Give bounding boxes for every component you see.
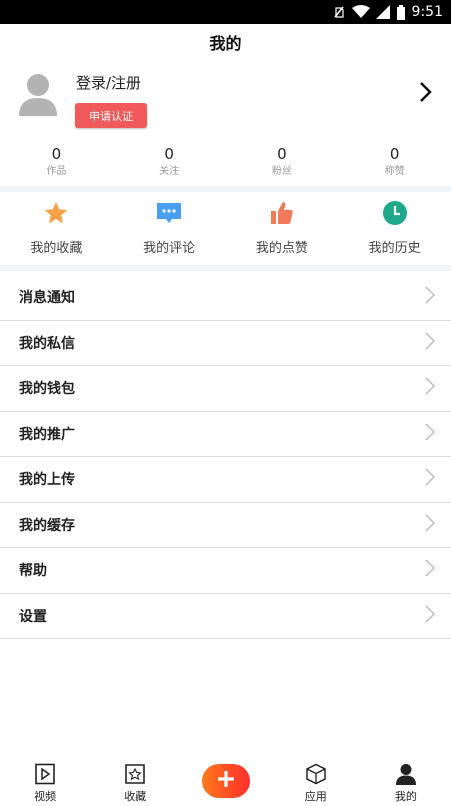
stat-label: 关注 — [159, 166, 180, 177]
stat-value: 0 — [164, 145, 174, 163]
stat-value: 0 — [277, 145, 287, 163]
chevron-right-icon — [425, 332, 436, 354]
shortcut-row: 我的收藏 我的评论 我的点赞 我的历史 — [0, 192, 451, 264]
video-icon — [33, 762, 57, 786]
section-divider — [0, 265, 451, 271]
tab-label: 我的 — [394, 790, 417, 803]
menu-item-label: 设置 — [19, 608, 47, 625]
chevron-right-icon — [425, 468, 436, 490]
menu-item-label: 我的缓存 — [19, 517, 75, 534]
wifi-icon — [351, 5, 370, 19]
star-icon — [42, 199, 70, 227]
stat-label: 作品 — [46, 166, 67, 177]
avatar[interactable] — [18, 72, 58, 118]
shortcut-comments[interactable]: 我的评论 — [113, 192, 226, 264]
stat-works[interactable]: 0 作品 — [0, 144, 113, 184]
favorite-icon — [123, 762, 147, 786]
profile-section[interactable]: 登录/注册 申请认证 — [0, 64, 451, 134]
chevron-right-icon — [425, 605, 436, 627]
no-sim-icon — [332, 5, 346, 19]
chevron-right-icon — [425, 377, 436, 399]
page-title: 我的 — [209, 34, 242, 53]
clock-icon — [381, 199, 409, 227]
stat-praise[interactable]: 0 称赞 — [338, 144, 451, 184]
comment-icon — [155, 199, 183, 227]
shortcut-history[interactable]: 我的历史 — [338, 192, 451, 264]
chevron-right-icon — [425, 286, 436, 308]
login-register-link[interactable]: 登录/注册 — [76, 72, 141, 93]
menu-item-private-messages[interactable]: 我的私信 — [0, 321, 451, 366]
menu-item-label: 帮助 — [19, 563, 47, 580]
stats-row: 0 作品 0 关注 0 粉丝 0 称赞 — [0, 144, 451, 184]
menu-item-notifications[interactable]: 消息通知 — [0, 275, 451, 321]
shortcut-likes[interactable]: 我的点赞 — [226, 192, 339, 264]
shortcut-favorites[interactable]: 我的收藏 — [0, 192, 113, 264]
tab-video[interactable]: 视频 — [0, 756, 90, 806]
stat-following[interactable]: 0 关注 — [113, 144, 226, 184]
stat-value: 0 — [389, 145, 400, 163]
menu-item-promotion[interactable]: 我的推广 — [0, 412, 451, 457]
chevron-right-icon — [425, 514, 436, 536]
menu-item-label: 我的推广 — [19, 426, 75, 443]
tab-create[interactable] — [180, 756, 270, 806]
menu-list: 消息通知 我的私信 我的钱包 我的推广 我的上传 我的缓存 帮助 设置 — [0, 275, 451, 639]
bottom-tab-bar: 视频 收藏 应用 我的 — [0, 756, 451, 806]
menu-item-label: 我的上传 — [19, 472, 75, 489]
menu-item-uploads[interactable]: 我的上传 — [0, 457, 451, 503]
apply-certification-button[interactable]: 申请认证 — [75, 103, 147, 128]
menu-item-cache[interactable]: 我的缓存 — [0, 503, 451, 548]
chevron-right-icon — [425, 559, 436, 581]
stat-label: 称赞 — [384, 166, 405, 177]
shortcut-label: 我的点赞 — [255, 241, 308, 256]
menu-item-label: 我的私信 — [19, 335, 75, 352]
battery-icon — [396, 4, 406, 20]
stat-value: 0 — [51, 145, 62, 163]
menu-item-label: 消息通知 — [19, 290, 75, 307]
signal-icon — [375, 5, 390, 19]
menu-item-wallet[interactable]: 我的钱包 — [0, 366, 451, 412]
shortcut-label: 我的历史 — [368, 241, 421, 256]
shortcut-label: 我的评论 — [143, 241, 196, 256]
menu-item-help[interactable]: 帮助 — [0, 548, 451, 594]
tab-me[interactable]: 我的 — [361, 756, 451, 806]
shortcut-label: 我的收藏 — [30, 241, 83, 256]
status-time: 9:51 — [411, 4, 443, 20]
chevron-right-icon — [425, 423, 436, 445]
stat-label: 粉丝 — [271, 166, 292, 177]
menu-item-settings[interactable]: 设置 — [0, 594, 451, 639]
tab-apps[interactable]: 应用 — [271, 756, 361, 806]
create-button[interactable] — [201, 764, 250, 798]
user-icon — [394, 762, 418, 786]
thumbs-up-icon — [268, 199, 296, 227]
status-bar: 9:51 — [0, 0, 451, 24]
tab-favorites[interactable]: 收藏 — [90, 756, 180, 806]
tab-label: 收藏 — [124, 790, 147, 803]
cube-icon — [304, 762, 328, 786]
tab-label: 视频 — [34, 790, 57, 803]
stat-fans[interactable]: 0 粉丝 — [226, 144, 339, 184]
tab-label: 应用 — [304, 790, 327, 803]
chevron-right-icon[interactable] — [418, 81, 432, 107]
plus-icon — [217, 770, 235, 792]
menu-item-label: 我的钱包 — [19, 381, 75, 398]
